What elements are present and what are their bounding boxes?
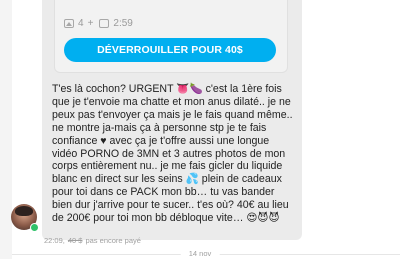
message-text: T'es là cochon? URGENT 👅🍆 c'est la 1ère … [52,83,293,225]
unlock-button[interactable]: DÉVERROUILLER POUR 40$ [64,38,276,62]
message-price: 40 $ [67,235,83,245]
online-status-icon [30,223,39,232]
video-icon [99,18,110,28]
left-panel-edge [0,0,12,259]
media-separator: + [87,17,94,29]
photo-count: 4 [78,17,84,29]
message-time: 22:09, [44,235,65,245]
locked-media-card [54,0,288,73]
message-meta: 22:09, 40 $ pas encore payé [44,234,141,246]
video-duration: 2:59 [113,17,133,29]
photo-icon [64,18,74,28]
date-separator: 14 nov [180,249,220,258]
payment-status: pas encore payé [85,235,141,245]
media-counts: 4 + 2:59 [64,16,133,30]
